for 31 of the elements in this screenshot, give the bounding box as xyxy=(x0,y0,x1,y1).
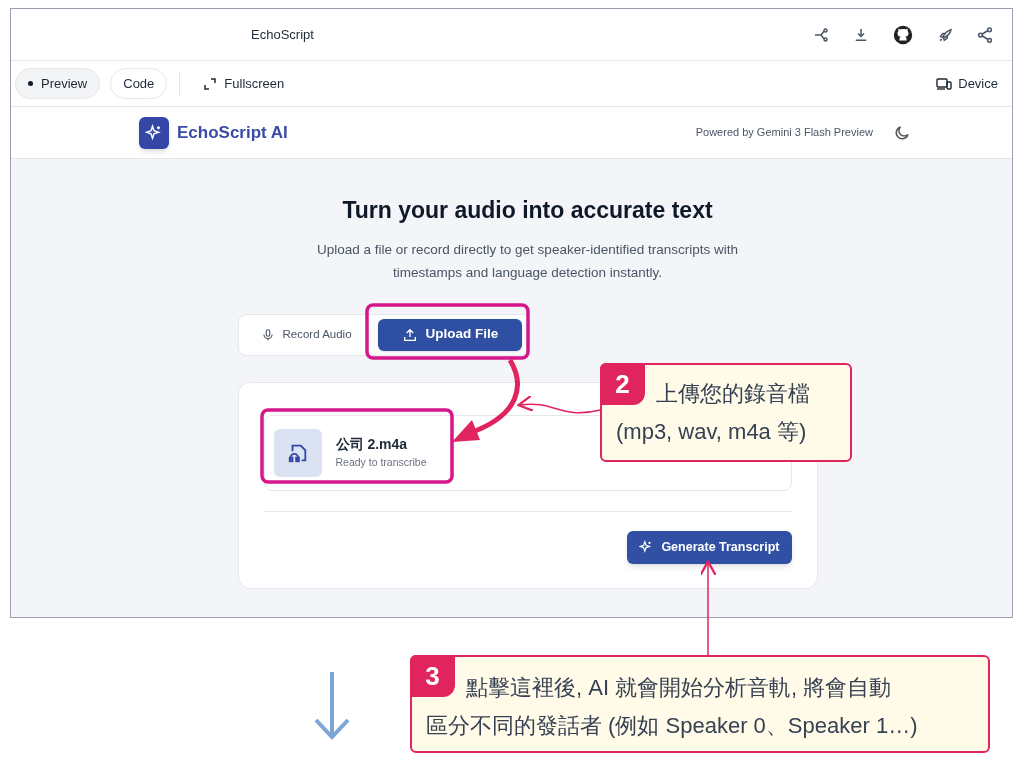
share-icon[interactable] xyxy=(976,25,994,44)
app-brand: EchoScript AI xyxy=(177,121,288,144)
sparkle-icon xyxy=(639,540,654,554)
callout-text: 點擊這裡後, AI 就會開始分析音軌, 將會自動 xyxy=(466,674,892,702)
step-number: 3 xyxy=(410,655,455,697)
device-button[interactable]: Device xyxy=(926,67,1008,100)
callout-text: 上傳您的錄音檔 xyxy=(656,380,810,408)
down-arrow xyxy=(314,670,350,740)
mode-tab[interactable]: Record Audio xyxy=(242,318,370,351)
branch-icon[interactable] xyxy=(812,25,830,44)
fullscreen-button[interactable]: Fullscreen xyxy=(192,67,297,100)
hero-heading: Turn your audio into accurate text xyxy=(342,196,713,225)
callout-text: (mp3, wav, m4a 等) xyxy=(616,418,807,446)
callout-text: 區分不同的發話者 (例如 Speaker 0、Speaker 1…) xyxy=(426,712,918,740)
window-title: EchoScript xyxy=(251,25,314,44)
upload-icon xyxy=(401,326,418,343)
expand-icon xyxy=(204,77,217,90)
step-number: 2 xyxy=(600,363,645,405)
file-status: Ready to transcribe xyxy=(335,455,427,471)
powered-by-text: Powered by Gemini 3 Flash Preview xyxy=(695,125,873,141)
audio-file-icon xyxy=(273,428,322,477)
microphone-icon xyxy=(260,327,275,342)
devices-icon xyxy=(936,76,953,91)
sparkle-logo-icon xyxy=(139,116,169,149)
mode-tab[interactable]: Upload File xyxy=(377,318,523,351)
toolbar-tab[interactable]: Preview xyxy=(15,68,101,99)
hero-subtitle: Upload a file or record directly to get speaker-identified transcripts with timestamps and language detection instantly. xyxy=(316,240,739,282)
file-name: 公司 2.m4a xyxy=(335,435,409,455)
toolbar-tab[interactable]: Code xyxy=(110,68,168,99)
cat-icon[interactable] xyxy=(892,23,914,46)
generate-transcript-button[interactable]: Generate Transcript xyxy=(627,530,792,564)
